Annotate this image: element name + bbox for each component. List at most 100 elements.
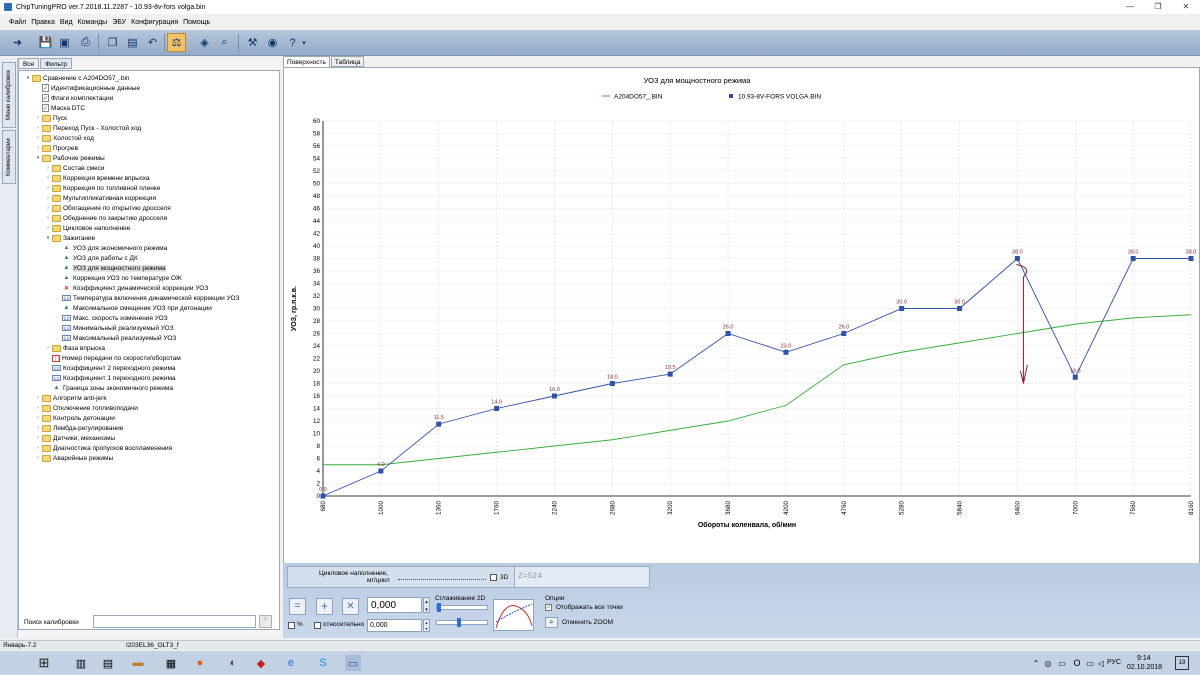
tree-item[interactable]: › Контроль детонации xyxy=(35,413,115,423)
smooth-slider-1-thumb[interactable] xyxy=(437,603,441,612)
menu-help[interactable]: Помощь xyxy=(183,19,210,26)
chiptuning-icon[interactable]: ▭ xyxy=(345,655,361,671)
tree-item[interactable]: › Прогрев xyxy=(35,143,78,153)
clock-time[interactable]: 9:14 xyxy=(1137,655,1151,662)
tab-calibration-menu[interactable]: Меню калибровок xyxy=(2,62,16,128)
toolbar-overflow-icon[interactable]: ▾ xyxy=(300,33,308,52)
tree-item[interactable]: › Фаза впрыска xyxy=(45,343,105,353)
expand-icon[interactable]: › xyxy=(35,415,41,421)
minimize-button[interactable]: — xyxy=(1116,0,1144,14)
tree-item[interactable]: Номер передачи по скорости/оборотам xyxy=(45,353,181,363)
smooth-slider-1[interactable] xyxy=(436,605,488,610)
ignition-chart[interactable]: УОЗ для мощностного режима A204DO57_.BIN 1… xyxy=(284,68,1199,616)
chart-panel[interactable]: УОЗ для мощностного режима A204DO57_.BIN 1… xyxy=(283,67,1200,617)
expand-icon[interactable]: › xyxy=(45,195,51,201)
tree-item[interactable]: ▲ УОЗ для экономичного режима xyxy=(55,243,168,253)
relative-spinner[interactable]: ▴ ▾ xyxy=(423,619,430,632)
maximize-button[interactable]: ❐ xyxy=(1144,0,1172,14)
collapse-icon[interactable]: ▾ xyxy=(35,155,41,161)
collapse-icon[interactable]: ▾ xyxy=(45,235,51,241)
start-icon[interactable]: ⊞ xyxy=(36,655,52,671)
expand-icon[interactable]: › xyxy=(45,225,51,231)
tree-item[interactable]: › Аварийные режимы xyxy=(35,453,113,463)
value-input[interactable]: 0,000 xyxy=(367,597,422,613)
show-points-checkbox[interactable]: ✓ xyxy=(545,604,552,611)
expand-icon[interactable]: › xyxy=(35,425,41,431)
task-view-icon[interactable]: ▥ xyxy=(73,655,89,671)
cyc-fill-slider[interactable] xyxy=(398,577,486,580)
save-icon[interactable]: 💾 xyxy=(36,33,55,52)
tree-item[interactable]: › Обогащение по открытию дросселя xyxy=(45,203,171,213)
tools-icon[interactable]: ⚒ xyxy=(243,33,262,52)
undo-icon[interactable]: ↶ xyxy=(143,33,162,52)
app-grid-icon[interactable]: ▦ xyxy=(163,655,179,671)
tree-item[interactable]: ▲ УОЗ для работы с ДК xyxy=(55,253,138,263)
menu-ecu[interactable]: ЭБУ xyxy=(112,19,126,26)
expand-icon[interactable]: › xyxy=(35,135,41,141)
explorer-icon[interactable]: ▤ xyxy=(100,655,116,671)
tab-all[interactable]: Все xyxy=(18,58,40,69)
paste-icon[interactable]: ▤ xyxy=(123,33,142,52)
tree-item[interactable]: › Мультипликативная коррекция xyxy=(45,193,156,203)
cancel-zoom-label[interactable]: Отменить ZOOM xyxy=(562,619,613,626)
checkbox-3d[interactable] xyxy=(490,574,497,581)
tree-item[interactable]: › Холостой ход xyxy=(35,133,94,143)
expand-icon[interactable]: › xyxy=(45,345,51,351)
tree-item[interactable]: › Лямбда-регулирование xyxy=(35,423,123,433)
tree-item[interactable]: › Обеднение по закрытию дросселя xyxy=(45,213,167,223)
expand-icon[interactable]: › xyxy=(45,185,51,191)
tab-filter[interactable]: Фильтр xyxy=(40,58,73,69)
close-button[interactable]: ✕ xyxy=(1172,0,1200,14)
tray-network-icon[interactable]: ▭ xyxy=(1054,655,1070,671)
smooth-slider-2[interactable] xyxy=(436,620,488,625)
tree-item[interactable]: › Коррекция времени впрыска xyxy=(45,173,150,183)
expand-icon[interactable]: › xyxy=(45,175,51,181)
tree-item[interactable]: ▲ Граница зоны экономичного режима xyxy=(45,383,173,393)
tree-item[interactable]: › Переход Пуск - Холостой ход xyxy=(35,123,141,133)
relative-input[interactable]: 0,000 xyxy=(367,619,422,632)
navigate-icon[interactable]: ◈ xyxy=(195,33,214,52)
tree-item[interactable]: ▾ Рабочие режимы xyxy=(35,153,105,163)
expand-icon[interactable]: › xyxy=(35,395,41,401)
equal-button[interactable]: = xyxy=(289,598,306,615)
expand-icon[interactable]: › xyxy=(45,205,51,211)
tree-item[interactable]: › Датчики, механизмы xyxy=(35,433,115,443)
tree-item[interactable]: 1.2 Коэффициент 2 переходного режима xyxy=(45,363,176,373)
tree-item[interactable]: ▲ Коррекция УОЗ по температуре ОЖ xyxy=(55,273,182,283)
open-icon[interactable]: ➜ xyxy=(8,33,27,52)
tree-item[interactable]: ✕ Коэффициент динамической коррекции УОЗ xyxy=(55,283,208,293)
folder-icon[interactable]: ▬ xyxy=(130,655,146,671)
expand-icon[interactable]: › xyxy=(35,435,41,441)
value-spinner[interactable]: ▴ ▾ xyxy=(423,597,430,613)
multiply-button[interactable]: ✕ xyxy=(342,598,359,615)
zoom-icon[interactable]: ⌕ xyxy=(545,617,558,628)
relative-checkbox[interactable] xyxy=(314,622,321,629)
firefox-icon[interactable]: ● xyxy=(192,655,208,671)
menu-view[interactable]: Вид xyxy=(60,19,73,26)
expand-icon[interactable]: › xyxy=(35,115,41,121)
menu-edit[interactable]: Правка xyxy=(31,19,55,26)
app2-icon[interactable]: ◐ xyxy=(225,655,241,671)
menu-config[interactable]: Конфигурация xyxy=(131,19,178,26)
expand-icon[interactable]: › xyxy=(35,445,41,451)
tree-item[interactable]: › Коррекция по топливной пленке xyxy=(45,183,160,193)
expand-icon[interactable]: › xyxy=(35,455,41,461)
compare-icon[interactable]: ⚖ xyxy=(167,33,186,52)
tree-item[interactable]: › Состав смеси xyxy=(45,163,105,173)
tree-item[interactable]: 1.2 Макс. скорость изменения УОЗ xyxy=(55,313,168,323)
notification-icon[interactable]: 19 xyxy=(1175,656,1189,670)
tree-item[interactable]: 1.2 Температура включения динамической ко… xyxy=(55,293,239,303)
skype-icon[interactable]: S xyxy=(315,655,331,671)
expand-icon[interactable]: › xyxy=(35,145,41,151)
add-button[interactable]: + xyxy=(316,598,333,615)
tree-item[interactable]: ✓ Маска DTC xyxy=(35,103,85,113)
menu-commands[interactable]: Команды xyxy=(78,19,108,26)
tree-item[interactable]: 1.2 Максимальный реализуемый УОЗ xyxy=(55,333,176,343)
search-input[interactable] xyxy=(93,615,256,628)
app3-icon[interactable]: ◆ xyxy=(253,655,269,671)
expand-icon[interactable]: › xyxy=(35,125,41,131)
ie-icon[interactable]: e xyxy=(283,655,299,671)
search-icon[interactable]: ⌕ xyxy=(259,615,272,628)
tree-item[interactable]: ▾ Зажигание xyxy=(45,233,95,243)
tree-item[interactable]: › Диагностика пропусков воспламенения xyxy=(35,443,172,453)
